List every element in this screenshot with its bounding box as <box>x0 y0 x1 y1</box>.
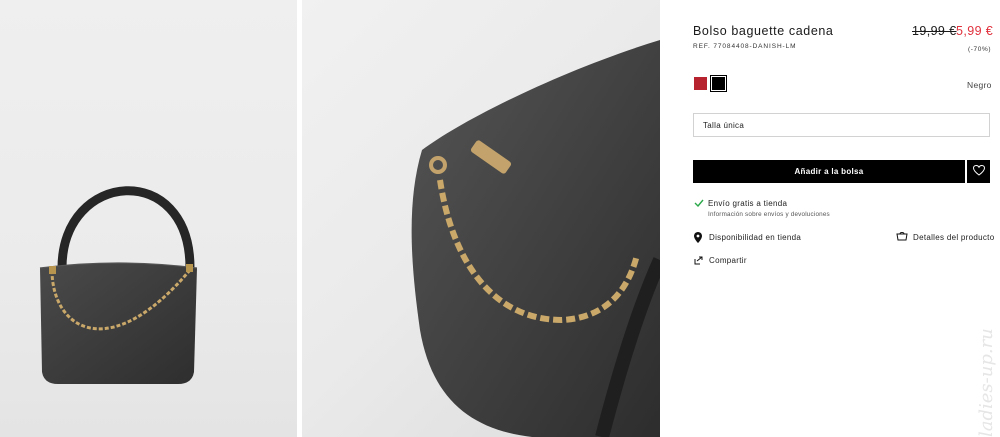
add-to-bag-button[interactable]: Añadir a la bolsa <box>693 160 965 183</box>
shipping-info-link[interactable]: Información sobre envíos y devoluciones <box>708 211 830 218</box>
location-pin-icon <box>694 232 702 243</box>
watermark: ladies-up.ru <box>976 328 997 437</box>
check-icon <box>694 199 704 207</box>
size-selector[interactable]: Talla única <box>693 113 990 137</box>
discount-badge: (-70%) <box>968 46 992 53</box>
product-image-detail[interactable] <box>302 0 660 437</box>
product-title: Bolso baguette cadena <box>693 24 834 38</box>
selected-color-label: Negro <box>967 80 992 90</box>
share-link[interactable]: Compartir <box>709 256 747 265</box>
original-price: 19,99 € <box>912 24 957 38</box>
bag-front-illustration <box>39 186 198 384</box>
color-swatch-black[interactable] <box>710 75 727 92</box>
bag-detail-illustration <box>411 40 660 437</box>
store-availability-link[interactable]: Disponibilidad en tienda <box>709 233 801 242</box>
wishlist-button[interactable] <box>967 160 990 183</box>
hanger-icon <box>896 231 908 241</box>
shipping-title: Envío gratis a tienda <box>708 199 788 208</box>
product-image-front[interactable] <box>0 0 297 437</box>
product-info-panel: Bolso baguette cadena REF. 77084408-DANI… <box>660 0 1000 437</box>
color-swatch-red[interactable] <box>694 77 707 90</box>
product-reference: REF. 77084408-DANISH-LM <box>693 43 797 50</box>
heart-icon <box>972 163 985 181</box>
svg-text:ladies-up.ru: ladies-up.ru <box>976 328 997 437</box>
product-details-link[interactable]: Detalles del producto <box>913 233 994 242</box>
share-icon <box>694 256 703 265</box>
sale-price: 5,99 € <box>956 24 994 38</box>
